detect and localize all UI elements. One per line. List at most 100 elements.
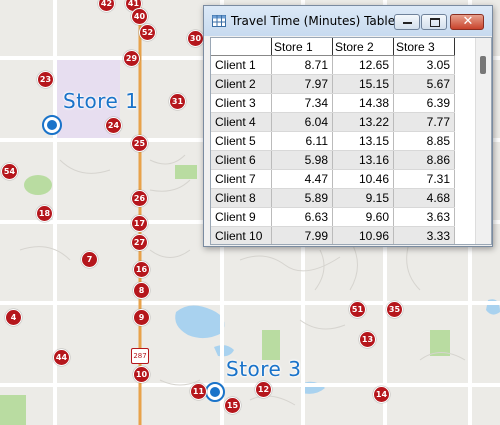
row-header-client: Client 7	[211, 169, 272, 189]
client-pin[interactable]: 7	[81, 251, 98, 268]
row-header-client: Client 2	[211, 74, 272, 94]
row-header-client: Client 5	[211, 131, 272, 151]
cell-store-1[interactable]: 8.71	[271, 55, 333, 75]
client-pin[interactable]: 4	[5, 309, 22, 326]
client-pin[interactable]: 25	[131, 135, 148, 152]
client-pin[interactable]: 16	[133, 261, 150, 278]
row-header-client: Client 8	[211, 188, 272, 208]
cell-store-1[interactable]: 5.98	[271, 150, 333, 170]
cell-store-3[interactable]: 3.63	[393, 207, 455, 227]
travel-time-table[interactable]: Store 1 Store 2 Store 3 Client 1 8.71 12…	[210, 37, 492, 245]
cell-store-1[interactable]: 5.89	[271, 188, 333, 208]
window-titlebar[interactable]: Travel Time (Minutes) Table ✕	[204, 6, 492, 36]
client-pin[interactable]: 31	[169, 93, 186, 110]
cell-store-2[interactable]: 10.96	[332, 226, 394, 244]
minimize-button[interactable]	[394, 14, 420, 30]
cell-store-2[interactable]: 12.65	[332, 55, 394, 75]
cell-store-2[interactable]: 9.60	[332, 207, 394, 227]
cell-store-3[interactable]: 5.67	[393, 74, 455, 94]
client-pin[interactable]: 23	[37, 71, 54, 88]
vertical-scrollbar[interactable]	[475, 38, 491, 244]
cell-store-2[interactable]: 15.15	[332, 74, 394, 94]
table-row[interactable]: Client 8 5.89 9.15 4.68	[211, 188, 455, 208]
travel-time-window[interactable]: Travel Time (Minutes) Table ✕ Store 1 St…	[203, 5, 493, 247]
table-row[interactable]: Client 3 7.34 14.38 6.39	[211, 93, 455, 113]
client-pin[interactable]: 13	[359, 331, 376, 348]
row-header-client: Client 4	[211, 112, 272, 132]
client-pin[interactable]: 12	[255, 381, 272, 398]
client-pin[interactable]: 30	[187, 30, 204, 47]
table-row[interactable]: Client 6 5.98 13.16 8.86	[211, 150, 455, 170]
cell-store-3[interactable]: 3.05	[393, 55, 455, 75]
cell-store-3[interactable]: 4.68	[393, 188, 455, 208]
column-header-store-2[interactable]: Store 2	[332, 38, 394, 56]
table-row[interactable]: Client 4 6.04 13.22 7.77	[211, 112, 455, 132]
cell-store-1[interactable]: 7.34	[271, 93, 333, 113]
column-header-store-1[interactable]: Store 1	[271, 38, 333, 56]
cell-store-3[interactable]: 8.85	[393, 131, 455, 151]
client-pin[interactable]: 17	[131, 215, 148, 232]
cell-store-1[interactable]: 7.97	[271, 74, 333, 94]
client-pin[interactable]: 18	[36, 205, 53, 222]
client-pin[interactable]: 29	[123, 50, 140, 67]
store-3-label: Store 3	[226, 357, 302, 381]
table-row[interactable]: Client 2 7.97 15.15 5.67	[211, 74, 455, 94]
store-3-marker[interactable]	[205, 382, 225, 402]
client-pin[interactable]: 54	[1, 163, 18, 180]
cell-store-1[interactable]: 4.47	[271, 169, 333, 189]
client-pin[interactable]: 26	[131, 190, 148, 207]
client-pin[interactable]: 52	[139, 24, 156, 41]
route-shield: 287	[131, 348, 149, 364]
cell-store-1[interactable]: 6.11	[271, 131, 333, 151]
cell-store-2[interactable]: 13.15	[332, 131, 394, 151]
cell-store-2[interactable]: 13.22	[332, 112, 394, 132]
client-pin[interactable]: 35	[386, 301, 403, 318]
client-pin[interactable]: 40	[131, 8, 148, 25]
client-pin[interactable]: 27	[131, 234, 148, 251]
row-header-client: Client 10	[211, 226, 272, 244]
scrollbar-thumb[interactable]	[480, 56, 486, 74]
cell-store-1[interactable]: 6.63	[271, 207, 333, 227]
maximize-icon	[430, 18, 440, 27]
cell-store-2[interactable]: 13.16	[332, 150, 394, 170]
store-1-marker[interactable]	[42, 115, 62, 135]
client-pin[interactable]: 11	[190, 383, 207, 400]
row-header-client: Client 3	[211, 93, 272, 113]
client-pin[interactable]: 51	[349, 301, 366, 318]
client-pin[interactable]: 15	[224, 397, 241, 414]
table-row[interactable]: Client 7 4.47 10.46 7.31	[211, 169, 455, 189]
close-icon: ✕	[462, 14, 474, 29]
client-pin[interactable]: 24	[105, 117, 122, 134]
table-row[interactable]: Client 5 6.11 13.15 8.85	[211, 131, 455, 151]
cell-store-3[interactable]: 6.39	[393, 93, 455, 113]
maximize-button[interactable]	[421, 14, 447, 30]
client-pin[interactable]: 9	[133, 309, 150, 326]
close-button[interactable]: ✕	[450, 14, 484, 30]
cell-store-1[interactable]: 7.99	[271, 226, 333, 244]
cell-store-1[interactable]: 6.04	[271, 112, 333, 132]
row-header-client: Client 9	[211, 207, 272, 227]
client-pin[interactable]: 14	[373, 386, 390, 403]
table-row[interactable]: Client 1 8.71 12.65 3.05	[211, 55, 455, 75]
minimize-icon	[403, 22, 412, 24]
client-pin[interactable]: 8	[133, 282, 150, 299]
cell-store-2[interactable]: 9.15	[332, 188, 394, 208]
cell-store-2[interactable]: 10.46	[332, 169, 394, 189]
cell-store-3[interactable]: 7.31	[393, 169, 455, 189]
table-row[interactable]: Client 9 6.63 9.60 3.63	[211, 207, 455, 227]
table-header-row: Store 1 Store 2 Store 3	[211, 38, 455, 56]
table-icon	[212, 15, 226, 27]
column-header-corner	[211, 38, 272, 56]
cell-store-3[interactable]: 3.33	[393, 226, 455, 244]
table-row[interactable]: Client 10 7.99 10.96 3.33	[211, 226, 455, 244]
park-area	[24, 175, 52, 195]
row-header-client: Client 6	[211, 150, 272, 170]
cell-store-3[interactable]: 7.77	[393, 112, 455, 132]
client-pin[interactable]: 10	[133, 366, 150, 383]
column-header-store-3[interactable]: Store 3	[393, 38, 455, 56]
row-header-client: Client 1	[211, 55, 272, 75]
cell-store-2[interactable]: 14.38	[332, 93, 394, 113]
window-title: Travel Time (Minutes) Table	[231, 14, 396, 28]
cell-store-3[interactable]: 8.86	[393, 150, 455, 170]
client-pin[interactable]: 44	[53, 349, 70, 366]
